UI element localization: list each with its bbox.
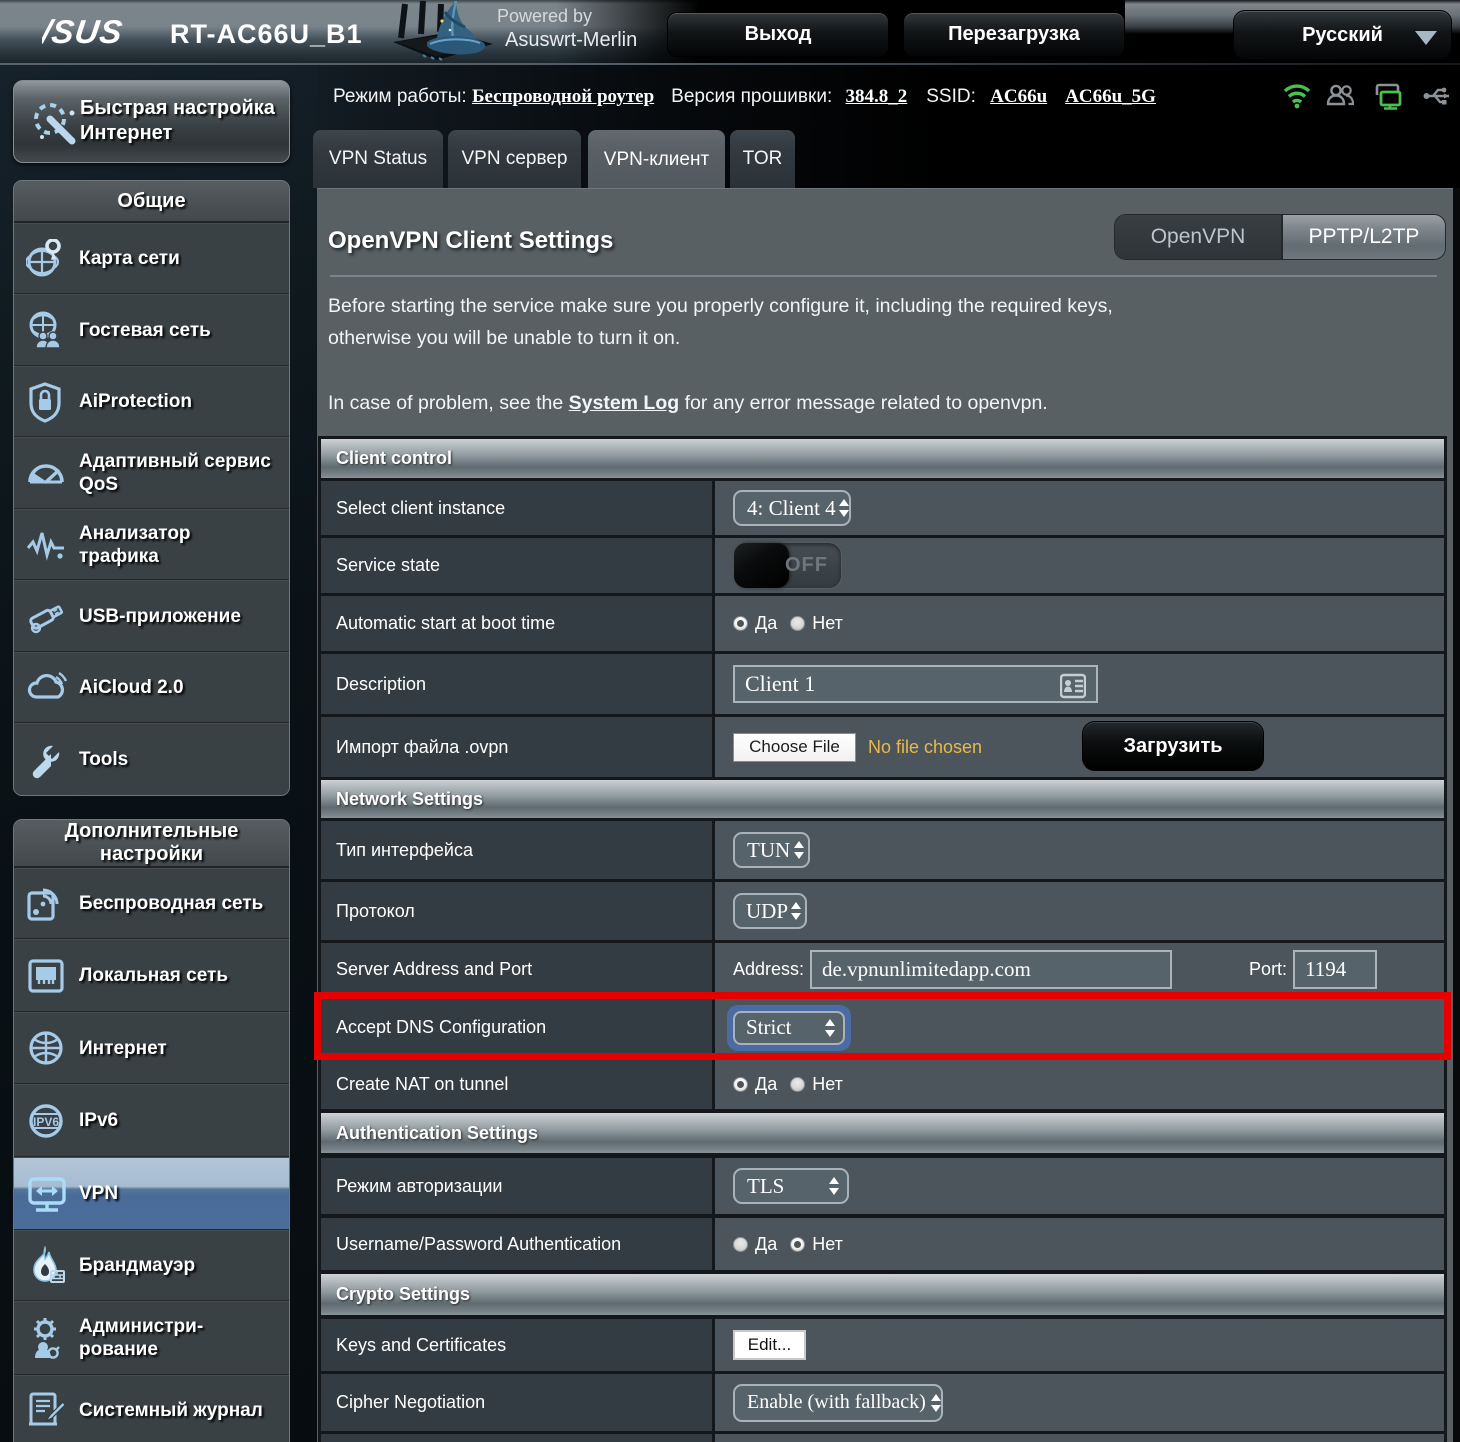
svg-text:/SUS: /SUS bbox=[42, 16, 125, 50]
svg-text:IPV6: IPV6 bbox=[33, 1115, 59, 1129]
